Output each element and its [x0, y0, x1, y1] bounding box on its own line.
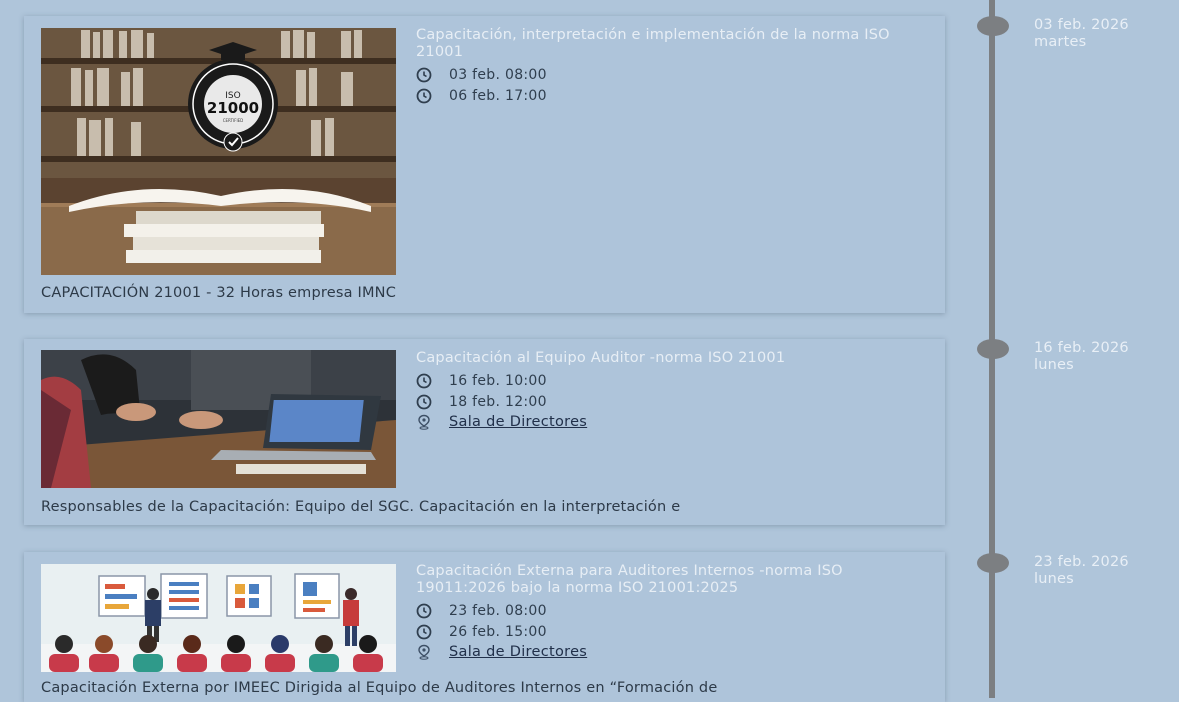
event-image-meeting[interactable] [41, 350, 396, 488]
timeline-date: 16 feb. 2026 lunes [1034, 340, 1129, 373]
event-location: Sala de Directores [416, 412, 929, 433]
event-start-time: 03 feb. 08:00 [416, 65, 929, 86]
event-image-presentation[interactable] [41, 564, 396, 672]
clock-icon [416, 624, 436, 640]
event-end-time: 06 feb. 17:00 [416, 86, 929, 107]
event-end-time: 18 feb. 12:00 [416, 392, 929, 413]
event-title[interactable]: Capacitación Externa para Auditores Inte… [416, 563, 929, 597]
event-card[interactable]: Capacitación Externa para Auditores Inte… [24, 552, 945, 702]
event-end-time: 26 feb. 15:00 [416, 622, 929, 643]
timeline-date: 23 feb. 2026 lunes [1034, 554, 1129, 587]
event-card[interactable]: Capacitación al Equipo Auditor -norma IS… [24, 339, 945, 525]
event-location: Sala de Directores [416, 642, 929, 663]
clock-icon [416, 88, 436, 104]
event-title[interactable]: Capacitación al Equipo Auditor -norma IS… [416, 350, 929, 367]
event-description: Capacitación Externa por IMEEC Dirigida … [41, 680, 718, 696]
timeline-date: 03 feb. 2026 martes [1034, 17, 1129, 50]
timeline-dot [977, 553, 1009, 573]
location-pin-icon [416, 414, 436, 430]
clock-icon [416, 373, 436, 389]
event-title[interactable]: Capacitación, interpretación e implement… [416, 27, 929, 61]
event-image-iso-21000[interactable]: ISO 21000 CERTIFIED [41, 28, 396, 275]
event-card[interactable]: ISO 21000 CERTIFIED Capacitación, interp… [24, 16, 945, 313]
location-link[interactable]: Sala de Directores [449, 644, 587, 660]
badge-number-text: 21000 [207, 99, 259, 117]
clock-icon [416, 394, 436, 410]
clock-icon [416, 603, 436, 619]
clock-icon [416, 67, 436, 83]
timeline-dot [977, 16, 1009, 36]
location-pin-icon [416, 644, 436, 660]
event-start-time: 23 feb. 08:00 [416, 601, 929, 622]
badge-certified-text: CERTIFIED [223, 118, 244, 123]
event-description: CAPACITACIÓN 21001 - 32 Horas empresa IM… [41, 285, 397, 301]
timeline-dot [977, 339, 1009, 359]
event-start-time: 16 feb. 10:00 [416, 371, 929, 392]
event-description: Responsables de la Capacitación: Equipo … [41, 499, 681, 515]
location-link[interactable]: Sala de Directores [449, 414, 587, 430]
